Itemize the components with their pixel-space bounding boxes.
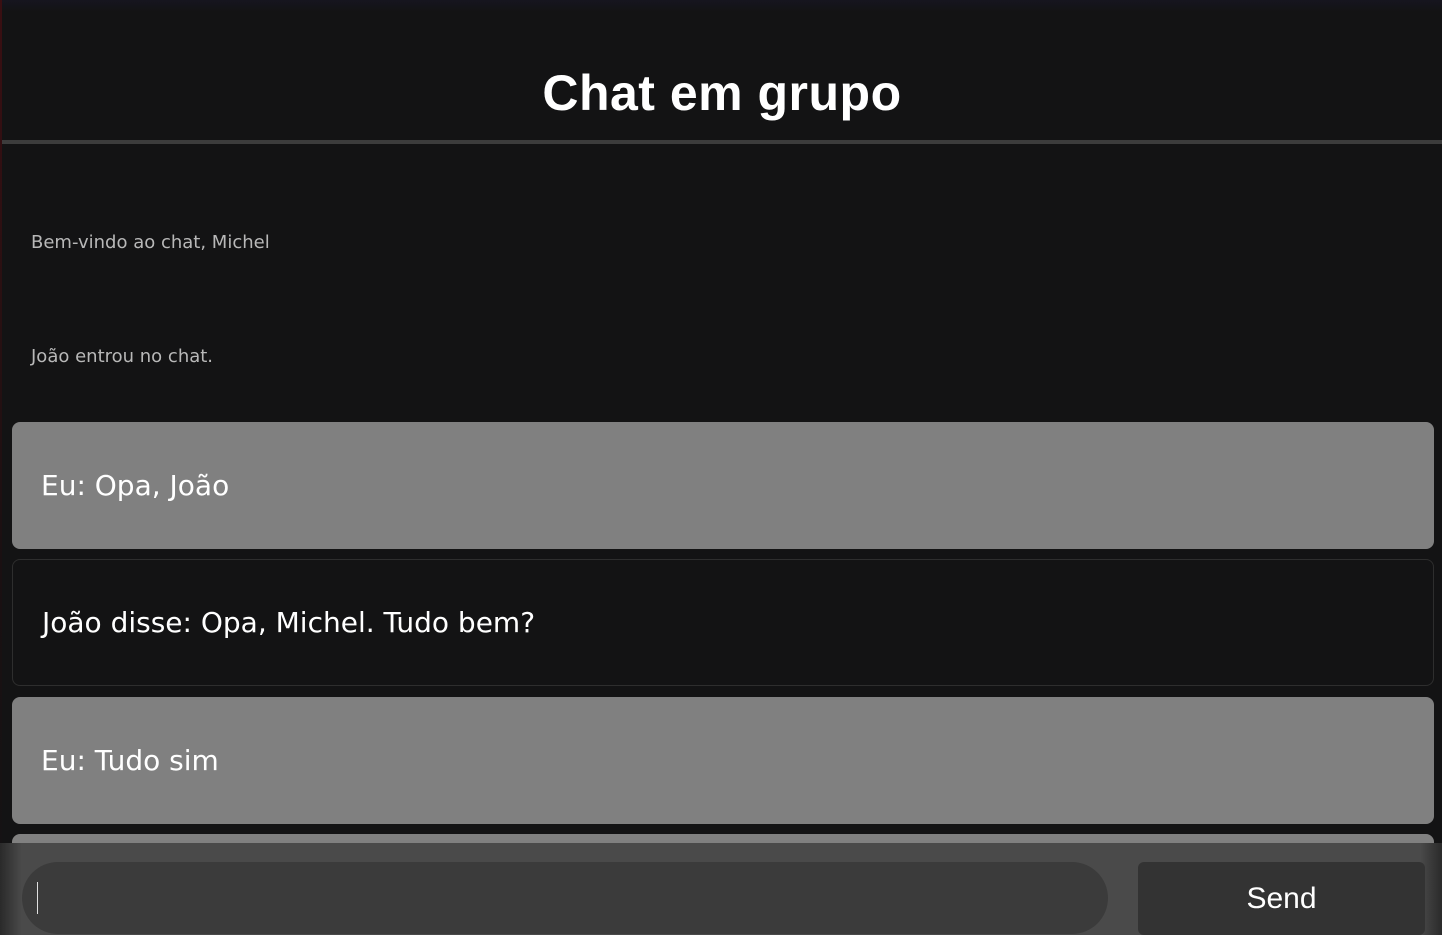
message-composer: Send	[0, 843, 1442, 935]
message-bubble-other: João disse: Opa, Michel. Tudo bem?	[12, 559, 1434, 686]
message-text: Eu: Opa, João	[41, 469, 230, 502]
system-message-join: João entrou no chat.	[31, 346, 214, 367]
send-button[interactable]: Send	[1138, 862, 1425, 935]
message-text: Eu: Tudo sim	[41, 744, 219, 777]
message-bubble-own: Eu: Tudo sim	[12, 697, 1434, 824]
message-text: João disse: Opa, Michel. Tudo bem?	[42, 606, 536, 639]
message-list[interactable]: Bem-vindo ao chat, Michel João entrou no…	[0, 144, 1442, 844]
chat-header: Chat em grupo	[2, 0, 1442, 144]
system-message-welcome: Bem-vindo ao chat, Michel	[31, 232, 270, 253]
page-title: Chat em grupo	[542, 65, 902, 121]
message-input[interactable]	[22, 862, 1108, 934]
message-bubble-own: Eu: Opa, João	[12, 422, 1434, 549]
text-caret	[37, 882, 38, 914]
